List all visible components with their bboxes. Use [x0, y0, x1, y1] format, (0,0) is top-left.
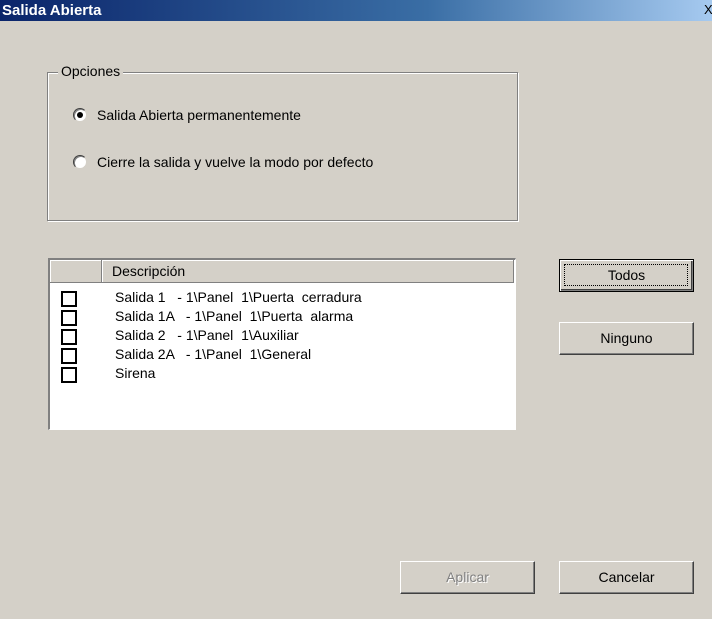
list-item-label: Salida 2 - 1\Panel 1\Auxiliar — [115, 327, 299, 343]
list-item-checkbox[interactable] — [61, 310, 77, 326]
select-none-label: Ninguno — [600, 330, 653, 346]
list-item-label: Salida 1 - 1\Panel 1\Puerta cerradura — [115, 289, 362, 305]
list-item-checkbox[interactable] — [61, 291, 77, 307]
title-bar: Salida Abierta X — [0, 0, 712, 21]
options-groupbox — [47, 72, 518, 221]
list-header: Descripción — [50, 260, 514, 283]
apply-label: Aplicar — [446, 569, 489, 585]
list-item-checkbox[interactable] — [61, 329, 77, 345]
list-item-label: Salida 2A - 1\Panel 1\General — [115, 346, 312, 362]
radio-default-mode-label[interactable]: Cierre la salida y vuelve la modo por de… — [97, 154, 373, 170]
radio-default-mode-indicator[interactable] — [73, 155, 87, 169]
list-item-checkbox[interactable] — [61, 367, 77, 383]
cancel-button[interactable]: Cancelar — [559, 561, 694, 594]
options-legend: Opciones — [58, 63, 124, 79]
select-all-label: Todos — [607, 267, 646, 283]
header-description[interactable]: Descripción — [102, 260, 514, 283]
apply-button[interactable]: Aplicar — [400, 561, 535, 594]
radio-permanent-indicator[interactable] — [73, 108, 87, 122]
list-item-checkbox[interactable] — [61, 348, 77, 364]
list-item-label: Sirena — [115, 365, 156, 381]
close-icon[interactable]: X — [704, 1, 712, 19]
window-title: Salida Abierta — [2, 2, 102, 19]
radio-permanent-label[interactable]: Salida Abierta permanentemente — [97, 107, 301, 123]
outputs-list[interactable]: Descripción Salida 1 - 1\Panel 1\Puerta … — [48, 258, 516, 430]
list-item-label: Salida 1A - 1\Panel 1\Puerta alarma — [115, 308, 354, 324]
radio-permanent[interactable]: Salida Abierta permanentemente — [73, 107, 301, 123]
cancel-label: Cancelar — [598, 569, 655, 585]
header-check-column[interactable] — [50, 260, 102, 283]
select-all-button[interactable]: Todos — [559, 259, 694, 292]
radio-default-mode[interactable]: Cierre la salida y vuelve la modo por de… — [73, 154, 373, 170]
select-none-button[interactable]: Ninguno — [559, 322, 694, 355]
